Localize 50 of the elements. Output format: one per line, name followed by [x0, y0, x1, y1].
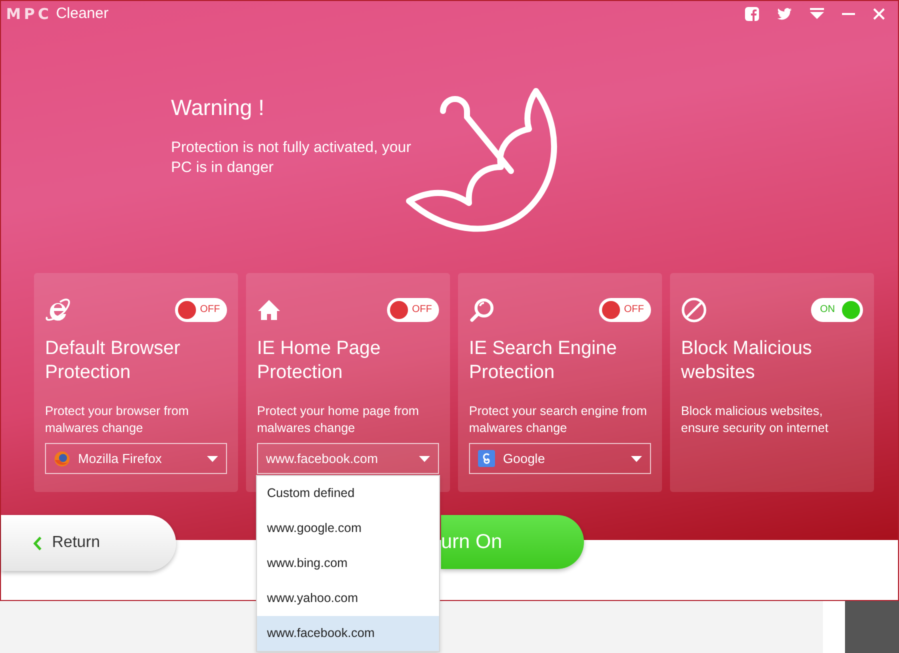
select-field[interactable]: Google: [469, 443, 651, 474]
card-title: IE Search Engine Protection: [469, 337, 618, 385]
toggle-knob: [390, 301, 408, 319]
dropdown-option[interactable]: www.google.com: [257, 511, 439, 546]
dropdown-option[interactable]: www.facebook.com: [257, 616, 439, 651]
chevron-left-icon: [33, 536, 42, 550]
toggle-knob: [842, 301, 860, 319]
dropdown-option[interactable]: www.bing.com: [257, 546, 439, 581]
dropdown-option[interactable]: Custom defined: [257, 476, 439, 511]
caret-icon: [419, 456, 430, 462]
warning-title: Warning !: [171, 94, 266, 122]
select-field[interactable]: www.facebook.com: [257, 443, 439, 474]
app-name: Cleaner: [56, 4, 108, 24]
card-description: Protect your browser from malwares change: [45, 403, 190, 437]
ie-logo-icon: [45, 297, 71, 323]
card-description: Protect your home page from malwares change: [257, 403, 420, 437]
select-value: www.facebook.com: [266, 450, 378, 468]
toggle-label: OFF: [412, 305, 432, 315]
toggle-switch[interactable]: OFF: [387, 298, 439, 322]
close-icon[interactable]: [873, 8, 885, 20]
twitter-icon[interactable]: [777, 8, 792, 20]
toggle-switch[interactable]: OFF: [599, 298, 651, 322]
toggle-label: OFF: [624, 305, 644, 315]
toggle-knob: [602, 301, 620, 319]
card-title: Block Malicious websites: [681, 337, 813, 385]
card-title: Default Browser Protection: [45, 337, 182, 385]
toggle-label: OFF: [200, 305, 220, 315]
toggle-label: ON: [820, 305, 835, 315]
select-value: Mozilla Firefox: [78, 450, 162, 468]
return-button[interactable]: Return: [1, 515, 176, 571]
warning-message: Protection is not fully activated, your PC is in danger: [171, 138, 412, 178]
firefox-logo-icon: [54, 450, 70, 466]
toggle-switch[interactable]: ON: [811, 298, 863, 322]
caret-icon: [207, 456, 218, 462]
menu-icon[interactable]: [810, 8, 824, 20]
google-logo-icon: [478, 450, 495, 467]
select-field[interactable]: Mozilla Firefox: [45, 443, 227, 474]
select-value: Google: [503, 450, 545, 468]
block-icon: [681, 297, 707, 323]
card-description: Block malicious websites, ensure security on internet: [681, 403, 830, 437]
card-title: IE Home Page Protection: [257, 337, 382, 385]
home-icon: [257, 298, 281, 322]
card-description: Protect your search engine from malwares change: [469, 403, 647, 437]
dropdown-option[interactable]: www.yahoo.com: [257, 581, 439, 616]
facebook-icon[interactable]: [745, 7, 759, 21]
search-icon: [469, 297, 495, 323]
toggle-knob: [178, 301, 196, 319]
caret-icon: [631, 456, 642, 462]
toggle-switch[interactable]: OFF: [175, 298, 227, 322]
logo-mark: MPC: [6, 4, 52, 25]
